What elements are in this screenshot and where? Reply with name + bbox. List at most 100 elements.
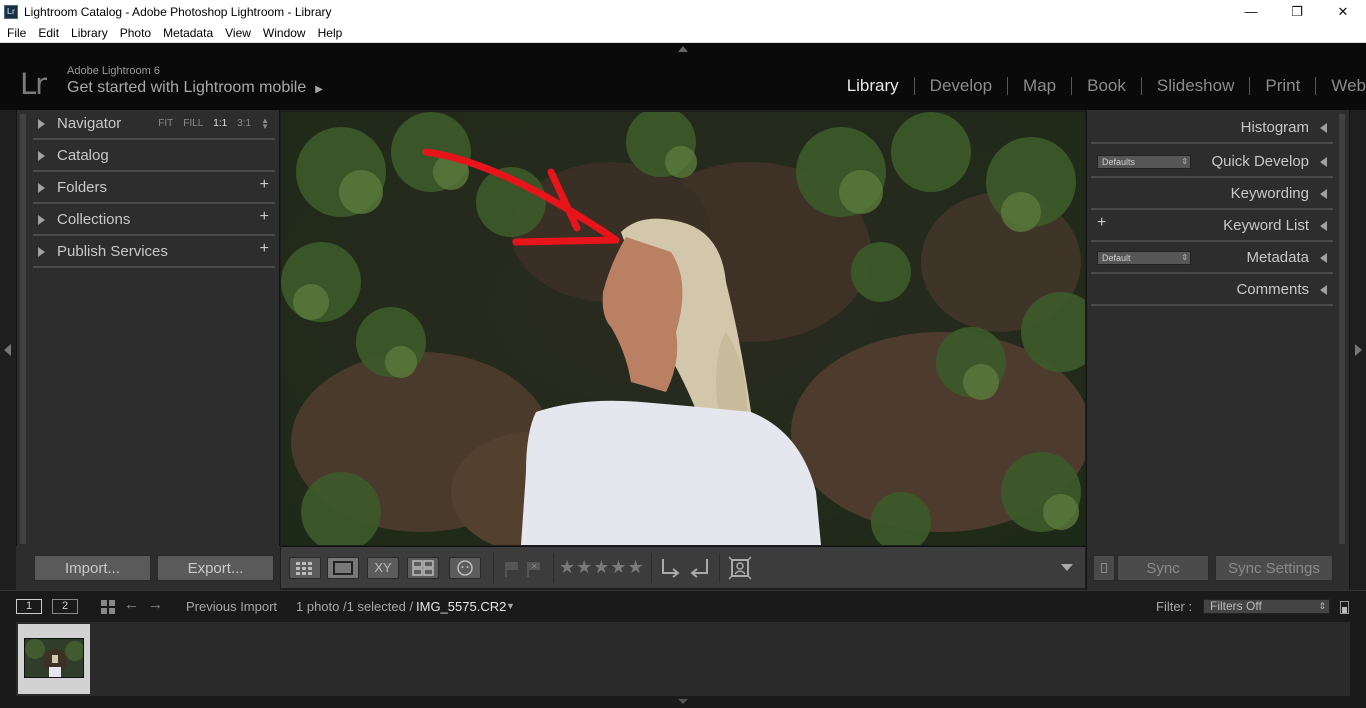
toolbar-separator [651, 553, 652, 583]
source-label[interactable]: Previous Import [186, 599, 277, 614]
loupe-view-button[interactable] [327, 557, 359, 579]
lightroom-logo: Lr [20, 67, 47, 101]
export-button[interactable]: Export... [157, 555, 274, 581]
lightroom-mobile-link[interactable]: Get started with Lightroom mobile ▶ [67, 79, 323, 97]
forward-arrow-icon[interactable]: → [148, 596, 163, 613]
module-print[interactable]: Print [1249, 77, 1315, 95]
zoom-fit[interactable]: FIT [158, 118, 173, 130]
menu-library[interactable]: Library [64, 26, 113, 40]
rotate-right-icon[interactable] [687, 555, 711, 581]
zoom-spinner-icon[interactable]: ▲ ▼ [261, 117, 269, 131]
rotate-left-icon[interactable] [659, 555, 683, 581]
publish-services-label: Publish Services [57, 243, 168, 260]
face-icon [457, 560, 473, 576]
star-rating[interactable]: ★★★★★ [559, 557, 645, 578]
menu-photo[interactable]: Photo [113, 26, 156, 40]
folders-header[interactable]: Folders + [33, 174, 275, 204]
menu-edit[interactable]: Edit [31, 26, 64, 40]
module-web[interactable]: Web [1315, 77, 1366, 95]
sync-button[interactable]: Sync [1117, 555, 1209, 581]
module-book[interactable]: Book [1071, 77, 1141, 95]
add-keyword-icon[interactable]: + [1097, 214, 1106, 232]
crop-overlay-icon[interactable] [727, 555, 753, 581]
survey-view-icon [412, 560, 434, 576]
import-button[interactable]: Import... [34, 555, 151, 581]
quick-develop-preset-select[interactable]: Defaults ⇕ [1097, 155, 1191, 169]
people-view-button[interactable] [449, 557, 481, 579]
module-develop[interactable]: Develop [913, 77, 1007, 95]
right-panel: Histogram Defaults ⇕ Quick Develop Keywor… [1086, 110, 1350, 590]
module-slideshow[interactable]: Slideshow [1140, 77, 1250, 95]
collapse-filmstrip-icon[interactable] [678, 699, 688, 704]
comments-label: Comments [1236, 281, 1309, 298]
comments-header[interactable]: Comments [1091, 274, 1333, 306]
compare-view-icon: XY [374, 560, 392, 575]
module-map[interactable]: Map [1007, 77, 1071, 95]
zoom-1-1[interactable]: 1:1 [213, 118, 227, 130]
add-folder-icon[interactable]: + [260, 176, 269, 194]
collections-label: Collections [57, 211, 131, 228]
collapse-top-panel-icon[interactable] [678, 46, 688, 52]
sync-settings-button[interactable]: Sync Settings [1215, 555, 1333, 581]
keyword-list-header[interactable]: + Keyword List [1091, 210, 1333, 242]
grid-view-button[interactable] [289, 557, 321, 579]
primary-window-button[interactable]: 1 [16, 599, 42, 614]
metadata-header[interactable]: Default ⇕ Metadata [1091, 242, 1333, 274]
menu-metadata[interactable]: Metadata [156, 26, 218, 40]
metadata-preset-value: Default [1102, 253, 1131, 263]
filter-lock-icon[interactable] [1340, 601, 1349, 614]
collapse-triangle-icon [1320, 221, 1327, 231]
filter-value: Filters Off [1210, 599, 1262, 613]
collections-header[interactable]: Collections + [33, 206, 275, 236]
keywording-header[interactable]: Keywording [1091, 178, 1333, 210]
catalog-header[interactable]: Catalog [33, 142, 275, 172]
spinner-icon: ⇕ [1181, 253, 1188, 262]
filmstrip-thumbnail[interactable] [18, 624, 90, 694]
selected-filename[interactable]: IMG_5575.CR2 [416, 599, 506, 614]
navigator-header[interactable]: Navigator FIT FILL 1:1 3:1 ▲ ▼ [33, 110, 275, 140]
toolbar-content-dropdown-icon[interactable] [1061, 564, 1073, 571]
menu-window[interactable]: Window [256, 26, 311, 40]
sync-toggle-switch[interactable] [1093, 555, 1115, 581]
restore-button[interactable]: ❐ [1274, 0, 1320, 23]
minimize-button[interactable]: — [1228, 0, 1274, 23]
module-library[interactable]: Library [832, 77, 914, 95]
thumbnail-photo [25, 639, 83, 677]
collapse-triangle-icon [1320, 123, 1327, 133]
compare-view-button[interactable]: XY [367, 557, 399, 579]
secondary-window-button[interactable]: 2 [52, 599, 78, 614]
collapse-right-panel-icon[interactable] [1355, 344, 1362, 356]
loupe-photo-view[interactable] [281, 112, 1085, 545]
collapse-left-panel-icon[interactable] [4, 344, 11, 356]
collapse-triangle-icon [1320, 157, 1327, 167]
left-edge [0, 110, 16, 590]
add-publish-service-icon[interactable]: + [260, 240, 269, 258]
expand-triangle-icon [38, 183, 45, 193]
add-collection-icon[interactable]: + [260, 208, 269, 226]
left-panel-footer: Import... Export... [16, 546, 280, 590]
filter-label: Filter : [1156, 599, 1193, 614]
menu-file[interactable]: File [0, 26, 31, 40]
menu-help[interactable]: Help [311, 26, 348, 40]
close-button[interactable]: ✕ [1320, 0, 1366, 23]
quick-develop-header[interactable]: Defaults ⇕ Quick Develop [1091, 146, 1333, 178]
grid-icon[interactable] [100, 599, 116, 615]
zoom-3-1[interactable]: 3:1 [237, 118, 251, 130]
filename-dropdown-icon[interactable]: ▼ [506, 601, 515, 611]
right-panel-scrollbar[interactable] [1339, 114, 1345, 544]
survey-view-button[interactable] [407, 557, 439, 579]
back-arrow-icon[interactable]: ← [124, 596, 139, 613]
publish-services-header[interactable]: Publish Services + [33, 238, 275, 268]
zoom-fill[interactable]: FILL [183, 118, 203, 130]
toolbar-separator [553, 553, 554, 583]
toolbar-separator [719, 553, 720, 583]
metadata-preset-select[interactable]: Default ⇕ [1097, 251, 1191, 265]
menu-view[interactable]: View [218, 26, 256, 40]
lightroom-mobile-label: Get started with Lightroom mobile [67, 79, 307, 96]
filter-select[interactable]: Filters Off ⇕ [1203, 599, 1330, 614]
histogram-header[interactable]: Histogram [1091, 112, 1333, 144]
flag-icons[interactable]: ✕ [503, 559, 547, 579]
lightroom-app-icon: Lr [4, 4, 18, 19]
left-panel-scrollbar[interactable] [20, 114, 26, 544]
right-panel-footer: Sync Sync Settings [1091, 546, 1347, 590]
